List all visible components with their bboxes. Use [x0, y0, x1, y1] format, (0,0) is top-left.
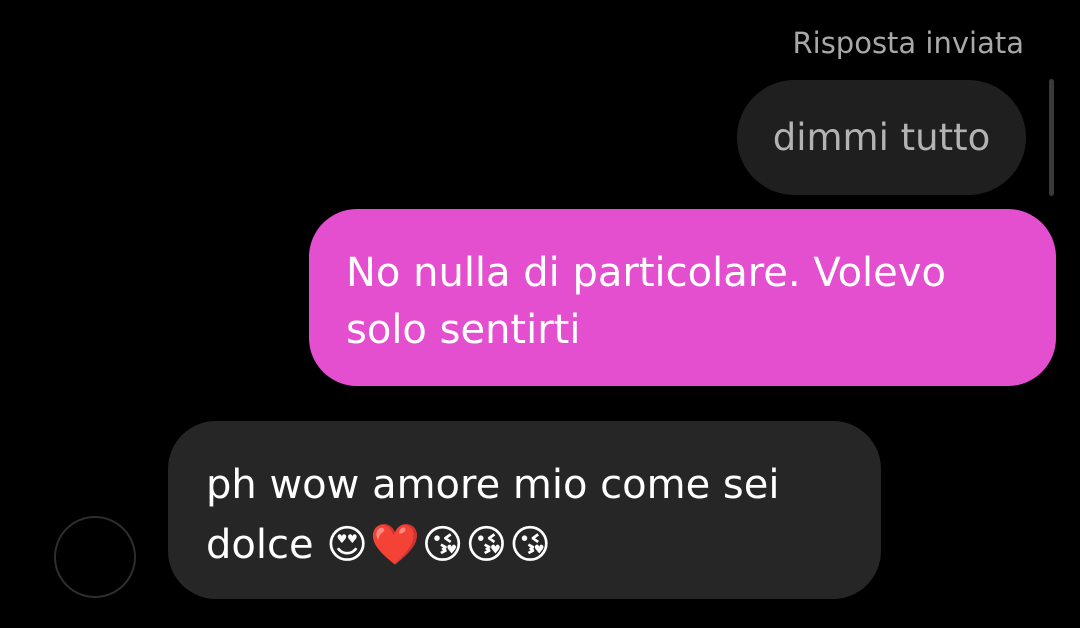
emoji-reaction-icons: 😍❤️😘😘😘 [326, 522, 553, 568]
contact-avatar[interactable] [54, 516, 136, 598]
sent-message-bubble[interactable]: No nulla di particolare. Volevo solo sen… [309, 209, 1056, 386]
reply-sent-label: Risposta inviata [792, 26, 1024, 60]
received-message-content: ph wow amore mio come sei dolce 😍❤️😘😘😘 [206, 455, 851, 575]
quoted-message-bubble[interactable]: dimmi tutto [737, 80, 1026, 195]
received-message-bubble[interactable]: ph wow amore mio come sei dolce 😍❤️😘😘😘 [168, 421, 881, 599]
sent-message-text: No nulla di particolare. Volevo solo sen… [346, 250, 946, 353]
quoted-message-text: dimmi tutto [772, 116, 991, 159]
quote-indicator-bar [1049, 79, 1054, 196]
